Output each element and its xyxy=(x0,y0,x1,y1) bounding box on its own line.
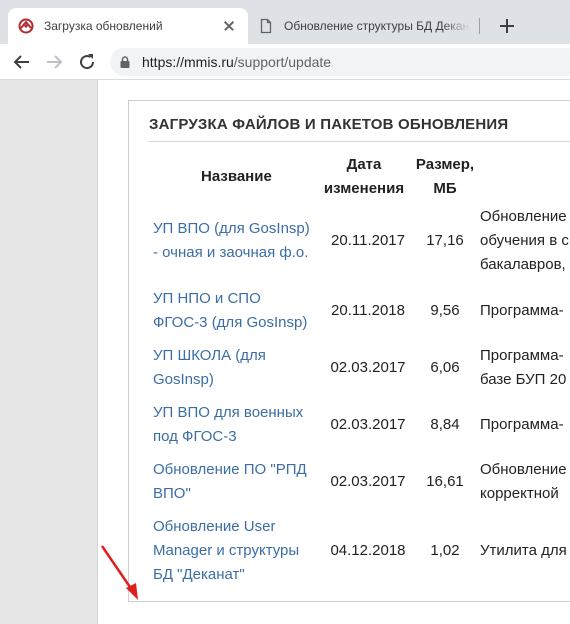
forward-arrow-icon[interactable] xyxy=(42,50,66,74)
description-line: Программа- xyxy=(480,416,564,433)
link-line: ФГОС-3 (для GosInsp) xyxy=(153,314,308,331)
row-size: 9,56 xyxy=(430,302,460,319)
row-size: 8,84 xyxy=(430,416,460,433)
link-line: БД "Деканат" xyxy=(153,566,245,583)
link-line: - очная и заочная ф.о. xyxy=(153,244,309,261)
back-arrow-icon[interactable] xyxy=(10,50,34,74)
description-line: корректной xyxy=(480,485,559,502)
updates-panel: ЗАГРУЗКА ФАЙЛОВ И ПАКЕТОВ ОБНОВЛЕНИЯ Наз… xyxy=(128,100,570,602)
description-line: Программа- xyxy=(480,302,564,319)
link-line: УП НПО и СПО xyxy=(153,290,261,307)
column-header-date: Дата изменения xyxy=(317,153,411,201)
row-date: 20.11.2018 xyxy=(331,302,405,319)
update-link-rpd-vpo[interactable]: Обновление ПО "РПД ВПО" xyxy=(153,458,307,506)
url-text: https://mmis.ru/support/update xyxy=(142,54,331,70)
reload-icon[interactable] xyxy=(75,50,99,74)
tab-title: Загрузка обновлений xyxy=(44,19,163,33)
link-line: под ФГОС-3 xyxy=(153,428,237,445)
row-description: Программа- xyxy=(480,413,570,437)
column-header-size: Размер, МБ xyxy=(411,153,479,201)
update-link-up-npo-spo[interactable]: УП НПО и СПО ФГОС-3 (для GosInsp) xyxy=(153,287,307,335)
row-date: 02.03.2017 xyxy=(330,416,406,433)
column-header-size-line1: Размер, xyxy=(415,156,475,173)
section-title: ЗАГРУЗКА ФАЙЛОВ И ПАКЕТОВ ОБНОВЛЕНИЯ xyxy=(149,116,509,133)
close-tab-icon[interactable] xyxy=(220,17,238,35)
link-line: ВПО" xyxy=(153,485,191,502)
link-line: УП ВПО для военных xyxy=(153,404,304,421)
description-line: Программа- xyxy=(480,347,564,364)
column-header-date-line1: Дата xyxy=(346,156,382,173)
url-path: /support/update xyxy=(233,54,332,70)
row-size: 17,16 xyxy=(426,232,464,249)
update-link-up-shkola[interactable]: УП ШКОЛА (для GosInsp) xyxy=(153,344,266,392)
row-description: Программа- xyxy=(480,299,570,323)
row-size: 16,61 xyxy=(426,473,464,490)
row-description: Утилита для xyxy=(480,539,570,563)
link-line: Обновление ПО "РПД xyxy=(153,461,307,478)
update-link-up-vpo[interactable]: УП ВПО (для GosInsp) - очная и заочная ф… xyxy=(153,217,310,265)
update-link-user-manager[interactable]: Обновление User Manager и структуры БД "… xyxy=(153,515,299,587)
row-description: Обновление корректной xyxy=(480,458,570,506)
tab-updates[interactable]: Загрузка обновлений xyxy=(8,8,248,44)
content-column: ЗАГРУЗКА ФАЙЛОВ И ПАКЕТОВ ОБНОВЛЕНИЯ Наз… xyxy=(97,80,570,624)
row-size: 1,02 xyxy=(430,542,460,559)
update-link-up-vpo-military[interactable]: УП ВПО для военных под ФГОС-3 xyxy=(153,401,303,449)
description-line: бакалавров, xyxy=(480,256,566,273)
column-header-size-line2: МБ xyxy=(433,180,457,197)
tab-db-structure[interactable]: Обновление структуры БД Деканат xyxy=(248,8,480,44)
row-date: 04.12.2018 xyxy=(330,542,406,559)
description-line: Обновление xyxy=(480,461,567,478)
document-icon xyxy=(260,18,272,34)
link-line: УП ШКОЛА (для xyxy=(153,347,266,364)
row-date: 02.03.2017 xyxy=(330,473,406,490)
row-date: 20.11.2017 xyxy=(331,232,405,249)
browser-toolbar: https://mmis.ru/support/update xyxy=(0,44,570,80)
description-line: базе БУП 20 xyxy=(480,371,567,388)
lock-icon xyxy=(120,56,130,68)
link-line: GosInsp) xyxy=(153,371,214,388)
link-line: УП ВПО (для GosInsp) xyxy=(153,220,310,237)
tab-title: Обновление структуры БД Деканат xyxy=(284,19,470,33)
divider xyxy=(149,141,570,142)
new-tab-icon[interactable] xyxy=(495,14,519,38)
url-host: https://mmis.ru xyxy=(142,54,234,70)
link-line: Обновление User xyxy=(153,518,276,535)
link-line: Manager и структуры xyxy=(153,542,300,559)
description-line: Обновление xyxy=(480,208,567,225)
column-header-date-line2: изменения xyxy=(323,180,405,197)
row-description: Обновление обучения в с бакалавров, xyxy=(480,205,570,277)
description-line: Утилита для xyxy=(480,542,567,559)
address-bar[interactable]: https://mmis.ru/support/update xyxy=(110,48,570,76)
tab-strip: Загрузка обновлений Обновление структуры… xyxy=(0,0,570,44)
row-size: 6,06 xyxy=(430,359,460,376)
column-header-name: Название xyxy=(201,168,272,185)
annotation-arrow-icon xyxy=(100,545,138,600)
row-description: Программа- базе БУП 20 xyxy=(480,344,570,392)
page-viewport: ЗАГРУЗКА ФАЙЛОВ И ПАКЕТОВ ОБНОВЛЕНИЯ Наз… xyxy=(0,80,570,624)
site-logo-icon xyxy=(18,18,34,34)
row-date: 02.03.2017 xyxy=(330,359,406,376)
description-line: обучения в с xyxy=(480,232,569,249)
